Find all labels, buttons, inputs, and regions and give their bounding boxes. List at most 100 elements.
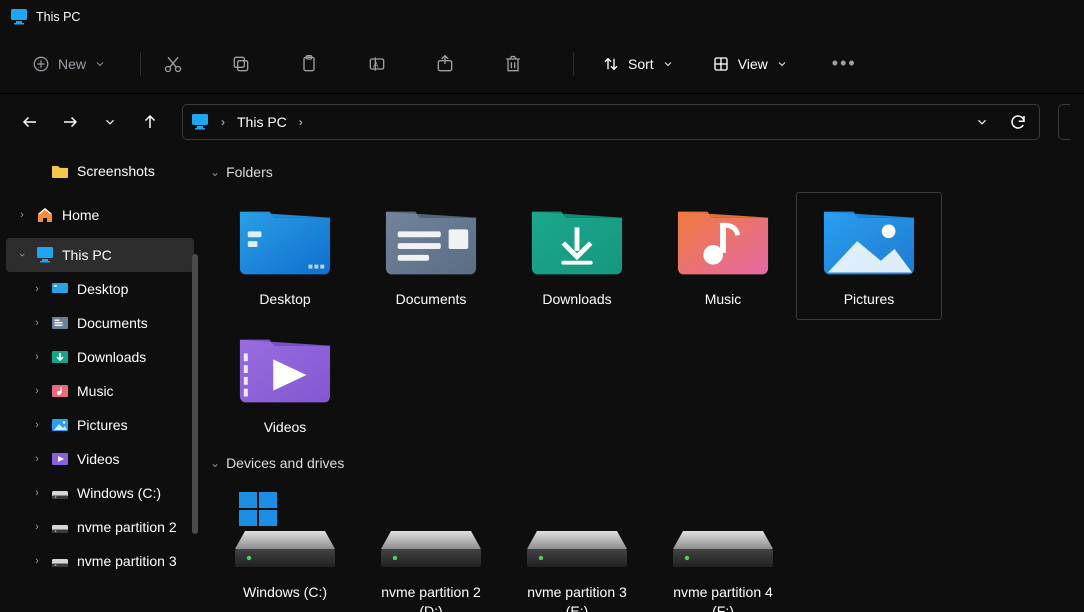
group-label: Devices and drives	[226, 455, 344, 471]
tile-label: Downloads	[542, 290, 611, 309]
copy-button[interactable]	[221, 46, 261, 82]
sidebar-label: Home	[60, 207, 99, 223]
folder-tile-desktop[interactable]: Desktop	[212, 192, 358, 320]
back-button[interactable]	[14, 106, 46, 138]
drive-icon	[375, 489, 487, 571]
sidebar-scrollbar[interactable]	[192, 254, 198, 534]
sidebar-item-documents[interactable]: › Documents	[6, 306, 194, 340]
drive-tile-nvme3[interactable]: nvme partition 3(E:)	[504, 483, 650, 612]
view-label: View	[738, 56, 768, 72]
recent-button[interactable]	[94, 106, 126, 138]
view-button[interactable]: View	[702, 46, 798, 82]
tile-label: Documents	[396, 290, 467, 309]
drive-icon	[521, 489, 633, 571]
sidebar-label: Documents	[75, 315, 148, 331]
titlebar: This PC	[0, 0, 1084, 34]
group-header-folders[interactable]: ⌄ Folders	[208, 158, 1084, 192]
drive-tile-nvme2[interactable]: nvme partition 2(D:)	[358, 483, 504, 612]
body: Screenshots › Home › This PC › Desktop ›	[0, 150, 1084, 612]
more-button[interactable]: •••	[822, 46, 867, 82]
forward-button[interactable]	[54, 106, 86, 138]
paste-button[interactable]	[289, 46, 329, 82]
music-folder-icon	[674, 198, 772, 276]
up-button[interactable]	[134, 106, 166, 138]
new-button[interactable]: New	[22, 46, 116, 82]
folder-tile-documents[interactable]: Documents	[358, 192, 504, 320]
drive-tile-windows[interactable]: Windows (C:)	[212, 483, 358, 612]
pc-icon	[36, 246, 54, 264]
folder-tile-downloads[interactable]: Downloads	[504, 192, 650, 320]
sidebar-item-pictures[interactable]: › Pictures	[6, 408, 194, 442]
folder-tile-videos[interactable]: Videos	[212, 320, 358, 447]
sidebar-label: Music	[75, 383, 114, 399]
tile-label: nvme partition 3(E:)	[527, 583, 627, 612]
refresh-button[interactable]	[1009, 113, 1027, 131]
home-icon	[36, 206, 54, 224]
chevron-down-icon[interactable]	[975, 115, 989, 129]
folders-grid: Desktop Documents Downloads	[208, 192, 1084, 447]
sidebar-label: Windows (C:)	[75, 485, 161, 501]
nav-row: › This PC ›	[0, 94, 1084, 150]
sidebar-label: nvme partition 3	[75, 553, 177, 569]
tile-label: Videos	[264, 418, 307, 437]
sidebar-item-downloads[interactable]: › Downloads	[6, 340, 194, 374]
more-icon: •••	[832, 53, 857, 74]
breadcrumb-seg[interactable]: This PC	[237, 114, 287, 130]
documents-icon	[51, 314, 69, 332]
folder-tile-pictures[interactable]: Pictures	[796, 192, 942, 320]
desktop-folder-icon	[236, 198, 334, 276]
chevron-right-icon[interactable]: ›	[221, 115, 225, 129]
sidebar-label: Videos	[75, 451, 120, 467]
folder-tile-music[interactable]: Music	[650, 192, 796, 320]
chevron-down-icon: ⌄	[210, 165, 220, 179]
sidebar-item-home[interactable]: › Home	[6, 198, 194, 232]
sidebar-label: Pictures	[75, 417, 128, 433]
sidebar-item-videos[interactable]: › Videos	[6, 442, 194, 476]
search-input[interactable]	[1058, 104, 1070, 140]
tile-label: nvme partition 2(D:)	[381, 583, 481, 612]
videos-folder-icon	[236, 326, 334, 404]
chevron-down-icon: ⌄	[210, 456, 220, 470]
sort-button[interactable]: Sort	[592, 46, 684, 82]
group-label: Folders	[226, 164, 273, 180]
address-bar[interactable]: › This PC ›	[182, 104, 1040, 140]
sidebar-label: Downloads	[75, 349, 146, 365]
chevron-right-icon[interactable]: ›	[299, 115, 303, 129]
tile-label: Windows (C:)	[243, 583, 327, 602]
drive-icon	[51, 552, 69, 570]
sidebar-item-this-pc[interactable]: › This PC	[6, 238, 194, 272]
tile-label: nvme partition 4(F:)	[673, 583, 773, 612]
sidebar-label: Desktop	[75, 281, 128, 297]
drive-icon	[51, 518, 69, 536]
svg-text:A: A	[373, 59, 379, 69]
sidebar-item-nvme2[interactable]: › nvme partition 2	[6, 510, 194, 544]
pictures-icon	[51, 416, 69, 434]
sidebar-item-windows-c[interactable]: › Windows (C:)	[6, 476, 194, 510]
toolbar-separator	[140, 52, 141, 76]
toolbar: New A Sort View •••	[0, 34, 1084, 94]
videos-icon	[51, 450, 69, 468]
group-header-drives[interactable]: ⌄ Devices and drives	[208, 449, 1084, 483]
cut-button[interactable]	[153, 46, 193, 82]
main-pane: ⌄ Folders Desktop Documents	[200, 150, 1084, 612]
sidebar-label: This PC	[60, 247, 112, 263]
downloads-icon	[51, 348, 69, 366]
documents-folder-icon	[382, 198, 480, 276]
tile-label: Desktop	[259, 290, 310, 309]
sort-label: Sort	[628, 56, 654, 72]
sidebar-label: Screenshots	[75, 163, 155, 179]
sidebar-item-nvme3[interactable]: › nvme partition 3	[6, 544, 194, 578]
share-button[interactable]	[425, 46, 465, 82]
sidebar-label: nvme partition 2	[75, 519, 177, 535]
drive-icon	[667, 489, 779, 571]
pictures-folder-icon	[820, 198, 918, 276]
sidebar-item-screenshots[interactable]: Screenshots	[6, 154, 194, 188]
music-icon	[51, 382, 69, 400]
sidebar-item-desktop[interactable]: › Desktop	[6, 272, 194, 306]
rename-button[interactable]: A	[357, 46, 397, 82]
drive-tile-nvme4[interactable]: nvme partition 4(F:)	[650, 483, 796, 612]
sidebar-item-music[interactable]: › Music	[6, 374, 194, 408]
toolbar-separator	[573, 52, 574, 76]
delete-button[interactable]	[493, 46, 533, 82]
drive-icon	[51, 484, 69, 502]
